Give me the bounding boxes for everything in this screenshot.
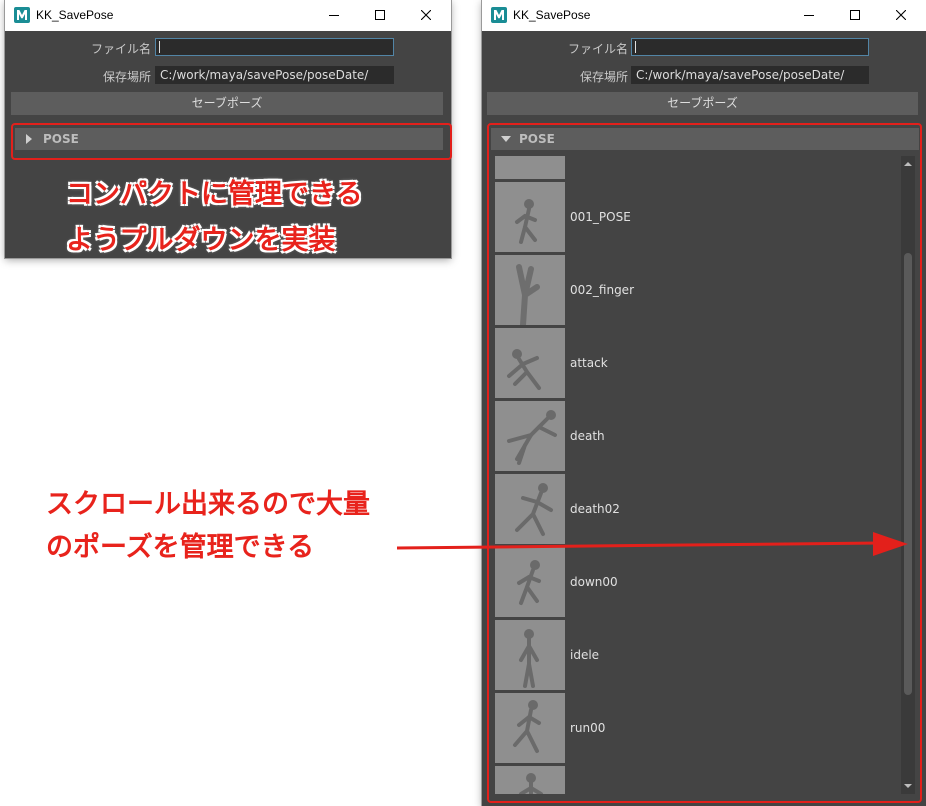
close-icon: [896, 10, 906, 20]
annotation-collapse-line1: コンパクトに管理できる: [66, 179, 363, 210]
maya-app-icon: [491, 7, 507, 23]
filename-label: ファイル名: [567, 42, 628, 56]
location-label: 保存場所: [102, 70, 151, 84]
close-button[interactable]: [878, 0, 924, 31]
maximize-icon: [375, 10, 385, 20]
annotation-scroll-line2: のポーズを管理できる: [46, 532, 315, 563]
location-field[interactable]: C:/work/maya/savePose/poseDate/: [631, 66, 869, 84]
filename-input[interactable]: [631, 38, 869, 56]
minimize-icon: [329, 15, 339, 16]
close-icon: [421, 10, 431, 20]
minimize-button[interactable]: [786, 0, 832, 31]
annotation-collapse-line2: ようプルダウンを実装: [66, 225, 336, 256]
save-pose-button[interactable]: セーブポーズ: [487, 92, 918, 115]
right-titlebar[interactable]: KK_SavePose: [482, 0, 926, 31]
maximize-button[interactable]: [357, 0, 403, 31]
minimize-icon: [804, 15, 814, 16]
filename-label: ファイル名: [90, 42, 151, 56]
filename-input[interactable]: [155, 38, 394, 56]
collapsed-frame-highlight: [11, 123, 452, 160]
minimize-button[interactable]: [311, 0, 357, 31]
location-field[interactable]: C:/work/maya/savePose/poseDate/: [155, 66, 394, 84]
text-caret: [635, 41, 636, 53]
close-button[interactable]: [403, 0, 449, 31]
maximize-button[interactable]: [832, 0, 878, 31]
expanded-frame-highlight: [487, 123, 922, 803]
text-caret: [159, 41, 160, 53]
window-title: KK_SavePose: [36, 8, 114, 22]
window-title: KK_SavePose: [513, 8, 591, 22]
maya-app-icon: [14, 7, 30, 23]
save-pose-button[interactable]: セーブポーズ: [11, 92, 443, 115]
location-label: 保存場所: [579, 70, 628, 84]
left-titlebar[interactable]: KK_SavePose: [5, 0, 451, 31]
maximize-icon: [850, 10, 860, 20]
annotation-scroll-line1: スクロール出来るので大量: [46, 489, 370, 520]
